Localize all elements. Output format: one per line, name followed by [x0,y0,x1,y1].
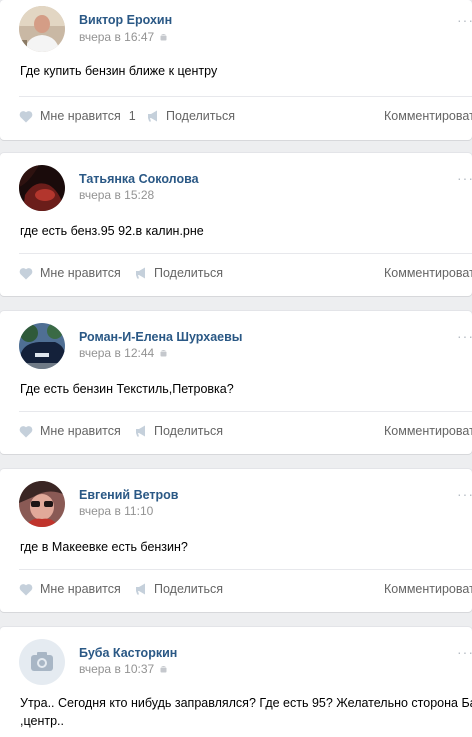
comment-label: Комментировать [384,424,472,438]
post-text: Утра.. Сегодня кто нибудь заправлялся? Г… [20,694,472,730]
android-icon [160,666,167,673]
avatar[interactable] [19,323,65,369]
post: Виктор Ерохин вчера в 16:47 ··· Где купи… [0,0,472,140]
heart-icon [19,267,33,279]
post-actions: Мне нравится Поделиться Комментировать [19,253,472,293]
more-dots-icon[interactable]: ··· [457,645,472,659]
post-date-text: вчера в 11:10 [79,504,154,518]
post-text-line: Утра.. Сегодня кто нибудь заправлялся? Г… [20,696,472,710]
like-count: 1 [128,109,136,123]
comment-button[interactable]: Комментировать [384,109,472,123]
author-name[interactable]: Татьянка Соколова [79,172,199,186]
share-button[interactable]: Поделиться [135,266,223,280]
post-date[interactable]: вчера в 12:44 [79,346,168,360]
heart-icon [19,425,33,437]
megaphone-icon [136,583,145,595]
post: Буба Касторкин вчера в 10:37 ··· Утра.. … [0,627,472,737]
post-date[interactable]: вчера в 16:47 [79,30,168,44]
comment-label: Комментировать [384,109,472,123]
post-text: Где есть бензин Текстиль,Петровка? [20,382,234,396]
like-label: Мне нравится [40,424,121,438]
post-actions: Мне нравится Поделиться Комментировать [19,411,472,451]
comment-button[interactable]: Комментировать [384,266,472,280]
post-text-line: ,центр.. [20,714,64,728]
post: Татьянка Соколова вчера в 15:28 ··· где … [0,153,472,296]
share-label: Поделиться [154,582,224,596]
post-date[interactable]: вчера в 15:28 [79,188,154,202]
share-label: Поделиться [154,424,224,438]
like-label: Мне нравится [40,266,121,280]
post-date-text: вчера в 12:44 [79,346,155,360]
share-button[interactable]: Поделиться [135,582,223,596]
post-date-text: вчера в 10:37 [79,662,155,676]
heart-icon [19,110,33,122]
author-name[interactable]: Роман-И-Елена Шурхаевы [79,330,242,344]
comment-button[interactable]: Комментировать [384,582,472,596]
megaphone-icon [136,425,145,437]
more-dots-icon[interactable]: ··· [457,487,472,501]
post-actions: Мне нравится Поделиться Комментировать [19,569,472,609]
author-name[interactable]: Виктор Ерохин [79,13,172,27]
post: Роман-И-Елена Шурхаевы вчера в 12:44 ···… [0,311,472,454]
share-label: Поделиться [154,266,224,280]
post: Евгений Ветров вчера в 11:10 ··· где в М… [0,469,472,612]
megaphone-icon [136,267,145,279]
avatar[interactable] [19,481,65,527]
comment-label: Комментировать [384,582,472,596]
author-name[interactable]: Буба Касторкин [79,646,177,660]
comment-button[interactable]: Комментировать [384,424,472,438]
post-date[interactable]: вчера в 10:37 [79,662,168,676]
like-button[interactable]: Мне нравится [19,266,121,280]
post-text: где есть бенз.95 92.в калин.рне [20,224,204,238]
post-text: где в Макеевке есть бензин? [20,540,188,554]
post-date-text: вчера в 15:28 [79,188,155,202]
megaphone-icon [148,110,157,122]
post-text: Где купить бензин ближе к центру [20,64,218,78]
android-icon [160,350,167,357]
like-label: Мне нравится [40,109,121,123]
post-actions: Мне нравится 1 Поделиться Комментировать [19,96,472,136]
share-button[interactable]: Поделиться [135,424,223,438]
avatar[interactable] [19,639,65,685]
share-button[interactable]: Поделиться [147,109,235,123]
avatar[interactable] [19,6,65,52]
share-label: Поделиться [166,109,236,123]
like-label: Мне нравится [40,582,121,596]
avatar[interactable] [19,165,65,211]
like-button[interactable]: Мне нравится [19,582,121,596]
android-icon [160,34,167,41]
author-name[interactable]: Евгений Ветров [79,488,178,502]
heart-icon [19,583,33,595]
post-date-text: вчера в 16:47 [79,30,155,44]
like-button[interactable]: Мне нравится [19,424,121,438]
like-button[interactable]: Мне нравится 1 [19,109,136,123]
more-dots-icon[interactable]: ··· [457,171,472,185]
news-feed: Виктор Ерохин вчера в 16:47 ··· Где купи… [0,0,472,737]
comment-label: Комментировать [384,266,472,280]
more-dots-icon[interactable]: ··· [457,329,472,343]
post-date[interactable]: вчера в 11:10 [79,504,153,518]
more-dots-icon[interactable]: ··· [457,13,472,27]
